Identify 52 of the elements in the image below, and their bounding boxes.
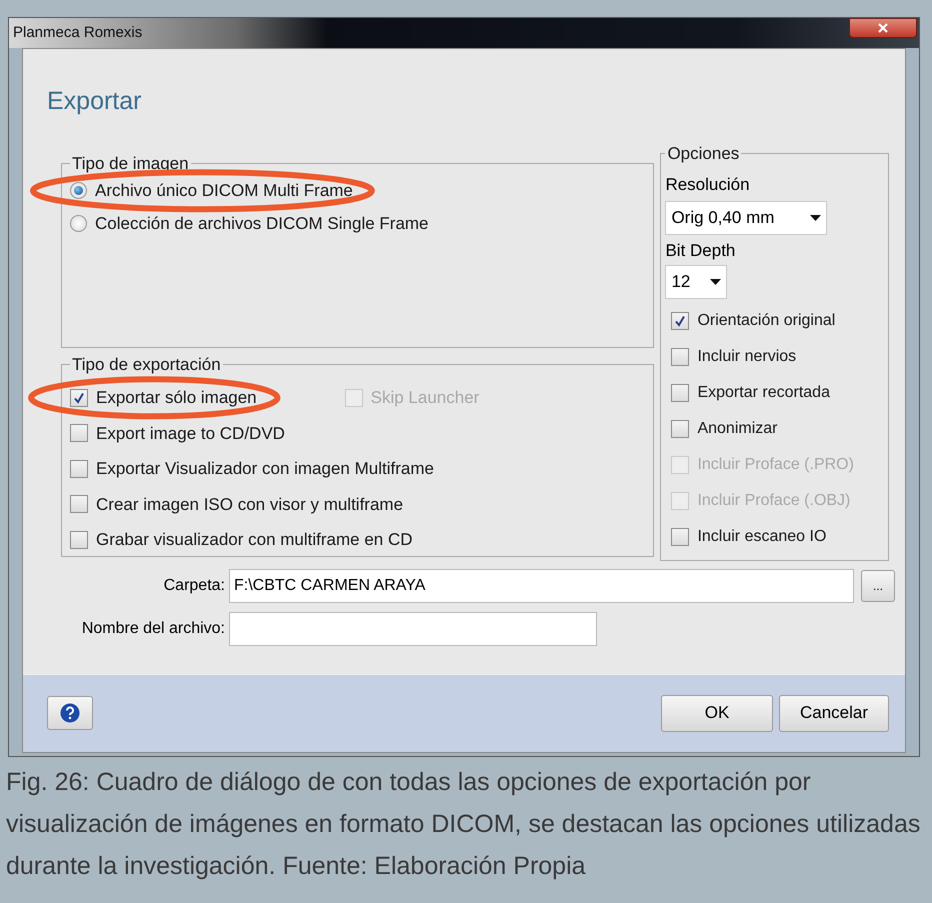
checkbox[interactable] [671, 312, 690, 330]
checkbox[interactable] [671, 528, 690, 546]
radio-label: Archivo único DICOM Multi Frame [95, 180, 353, 202]
radio-button[interactable] [70, 182, 87, 200]
checkbox[interactable] [70, 424, 88, 442]
help-icon [60, 703, 80, 723]
checkbox[interactable] [671, 384, 690, 402]
dialog-button[interactable]: OK [661, 694, 773, 732]
checkbox-label: Incluir Proface (.OBJ) [697, 491, 850, 511]
checkbox-label: Orientación original [697, 311, 836, 331]
group-title: Tipo de exportación [71, 354, 222, 376]
browse-button[interactable]: ... [861, 570, 895, 602]
checkbox[interactable] [671, 420, 690, 438]
checkbox-label: Exportar sólo imagen [96, 387, 257, 409]
close-button[interactable] [849, 18, 917, 38]
checkbox-label: Exportar recortada [697, 383, 830, 403]
checkbox-label: Incluir nervios [697, 347, 796, 367]
radio-button[interactable] [70, 214, 87, 232]
window-title: Planmeca Romexis [13, 22, 142, 43]
field-label: Resolución [665, 174, 751, 196]
bit-depth-dropdown[interactable]: 12 [665, 265, 728, 299]
checkbox-label: Incluir Proface (.PRO) [697, 455, 854, 475]
checkbox-label: Exportar Visualizador con imagen Multiframe [96, 458, 434, 480]
checkbox[interactable] [70, 495, 88, 514]
checkbox[interactable] [70, 530, 88, 549]
caret-icon [810, 214, 822, 220]
file-name-field[interactable] [229, 612, 597, 646]
radio-label: Colección de archivos DICOM Single Frame [95, 212, 429, 234]
checkmark-icon [674, 315, 686, 327]
resolution-dropdown[interactable]: Orig 0,40 mm [665, 200, 828, 234]
help-button[interactable] [47, 696, 93, 730]
group-title: Opciones [666, 142, 740, 164]
checkbox-label: Incluir escaneo IO [697, 527, 826, 547]
checkbox-label: Export image to CD/DVD [96, 422, 285, 444]
close-icon [878, 23, 888, 33]
folder-field[interactable]: F:\CBTC CARMEN ARAYA [229, 568, 854, 602]
checkbox[interactable] [671, 348, 690, 366]
figure-caption: Fig. 26: Cuadro de diálogo de con todas las opciones de exportación por visualización de imágenes en formato DICOM, se destacan las opciones utilizadas durante la investigación. Fuente: Elaboración Propia [5, 766, 922, 882]
field-label: Nombre del archivo: [80, 618, 226, 638]
checkbox-label: Skip Launcher [370, 387, 480, 409]
dialog-heading: Exportar [47, 86, 142, 117]
caret-icon [710, 279, 722, 285]
field-label: Carpeta: [162, 576, 226, 596]
group-title: Tipo de imagen [71, 152, 190, 174]
field-label: Bit Depth [665, 240, 736, 262]
checkbox-label: Anonimizar [697, 419, 778, 439]
checkbox[interactable] [70, 388, 88, 407]
checkbox-label: Crear imagen ISO con visor y multiframe [96, 494, 404, 516]
checkmark-icon [73, 392, 85, 404]
checkbox-label: Grabar visualizador con multiframe en CD [96, 529, 413, 551]
dialog-button[interactable]: Cancelar [779, 694, 889, 732]
checkbox[interactable] [70, 460, 88, 478]
